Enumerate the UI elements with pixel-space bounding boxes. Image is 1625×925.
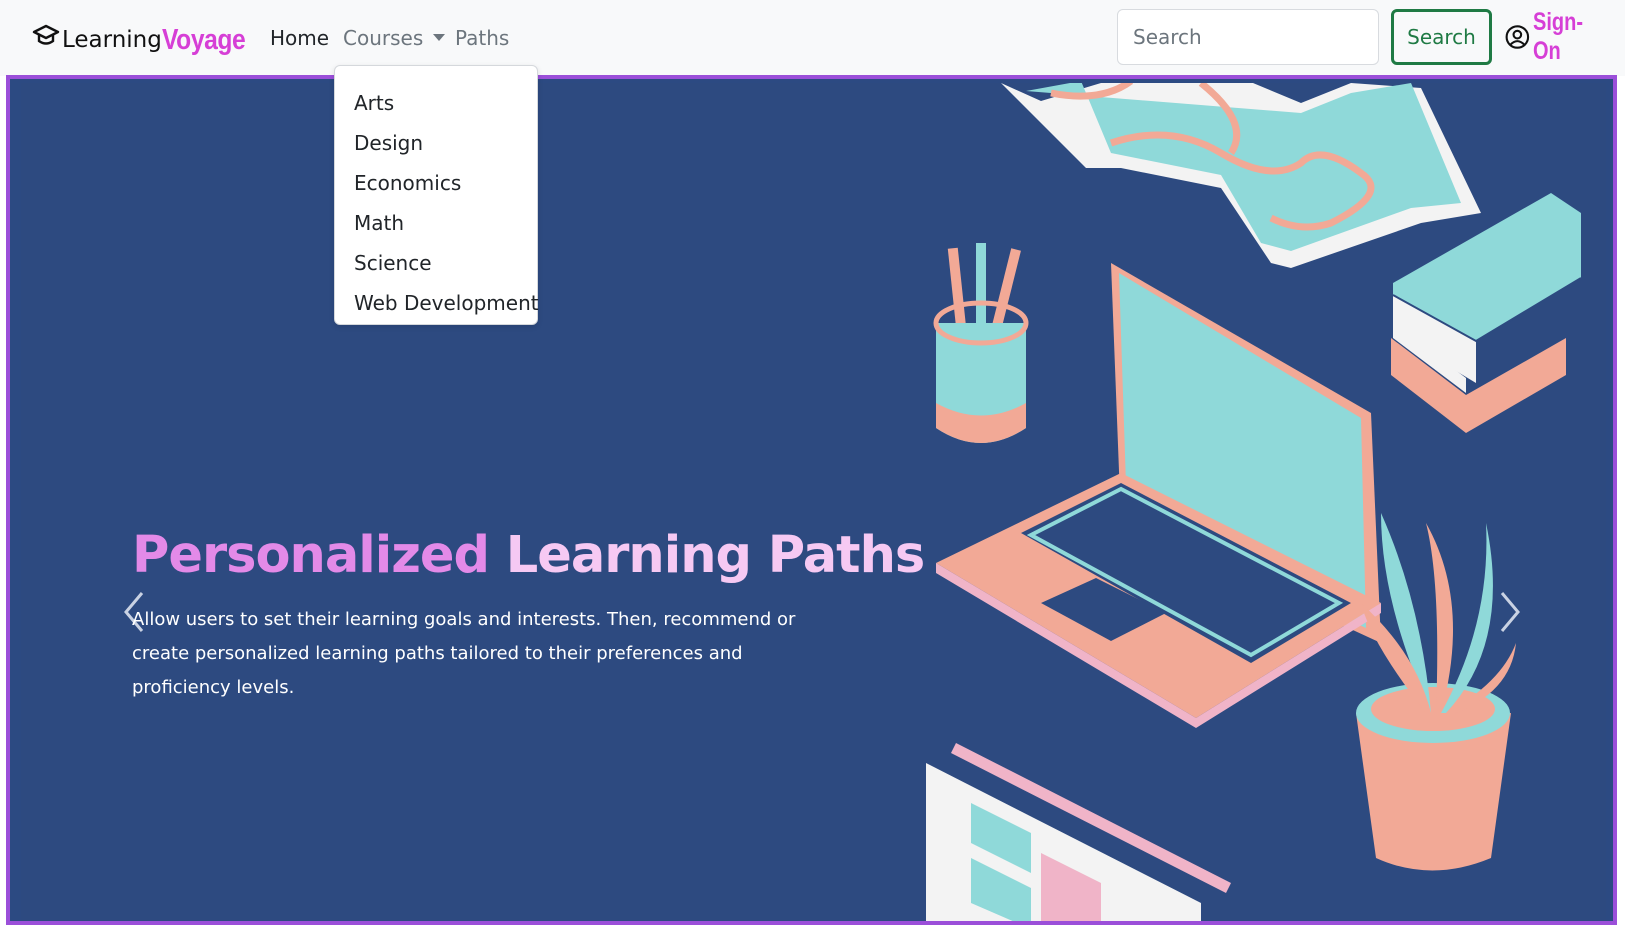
nav-courses-label: Courses (343, 26, 424, 50)
sign-on-label: Sign-On (1532, 8, 1583, 65)
brand-name-voyage: Voyage (161, 23, 246, 56)
pencil-cup-illustration (933, 243, 1029, 443)
hero-title-part1: Personalized (132, 526, 490, 585)
dropdown-item-design[interactable]: Design (335, 123, 537, 163)
monitor-illustration (926, 743, 1231, 921)
search-input[interactable] (1117, 9, 1379, 65)
caret-down-icon (433, 34, 446, 41)
dropdown-item-arts[interactable]: Arts (335, 83, 537, 123)
plant-illustration (1356, 513, 1516, 871)
sign-on-link[interactable]: Sign-On (1505, 8, 1625, 65)
nav-courses-toggle[interactable]: Courses (343, 26, 446, 50)
dropdown-item-economics[interactable]: Economics (335, 163, 537, 203)
hero-title: Personalized Learning Paths (132, 526, 925, 585)
brand-logo[interactable]: Learning Voyage (32, 20, 260, 60)
hero-title-part2: Learning Paths (505, 526, 925, 585)
hero-illustration (926, 83, 1582, 921)
user-circle-icon (1505, 25, 1530, 49)
dropdown-item-math[interactable]: Math (335, 203, 537, 243)
hero-carousel (6, 75, 1617, 925)
navbar: Learning Voyage Home Courses Paths Search… (0, 0, 1625, 76)
hero-description: Allow users to set their learning goals … (132, 609, 796, 698)
books-illustration (1391, 193, 1582, 433)
hero-slide (21, 83, 1606, 921)
carousel-next-icon[interactable] (1488, 587, 1528, 637)
courses-dropdown-menu: Arts Design Economics Math Science Web D… (334, 65, 539, 325)
dropdown-item-web-development[interactable]: Web Development (335, 283, 539, 323)
graduation-cap-icon (32, 24, 60, 45)
nav-paths[interactable]: Paths (455, 26, 509, 50)
dropdown-item-science[interactable]: Science (335, 243, 537, 283)
map-illustration (1001, 83, 1481, 268)
nav-home[interactable]: Home (270, 26, 329, 50)
search-button[interactable]: Search (1391, 9, 1492, 65)
brand-name-learning: Learning (62, 27, 162, 53)
